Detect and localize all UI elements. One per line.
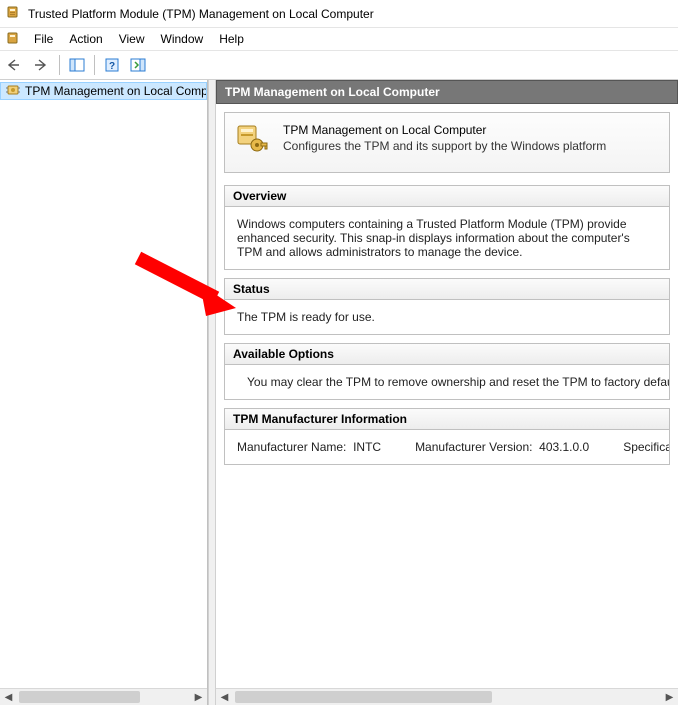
window-title: Trusted Platform Module (TPM) Management…: [28, 7, 374, 21]
section-header-overview: Overview: [225, 186, 669, 207]
intro-subtitle: Configures the TPM and its support by th…: [283, 139, 606, 153]
scroll-right-icon[interactable]: ▶: [661, 689, 678, 705]
section-header-options: Available Options: [225, 344, 669, 365]
section-overview: Overview Windows computers containing a …: [224, 185, 670, 270]
forward-button[interactable]: [30, 53, 54, 77]
tree-item-label: TPM Management on Local Comp: [25, 84, 207, 98]
detail-pane: TPM Management on Local Computer TPM Man…: [216, 80, 678, 705]
menubar-app-icon: [6, 30, 22, 49]
titlebar: Trusted Platform Module (TPM) Management…: [0, 0, 678, 28]
menu-view[interactable]: View: [111, 30, 153, 48]
section-body-manufacturer: Manufacturer Name: INTC Manufacturer Ver…: [225, 430, 669, 464]
intro-box: TPM Management on Local Computer Configu…: [224, 112, 670, 173]
menu-window[interactable]: Window: [153, 30, 212, 48]
scroll-left-icon[interactable]: ◀: [216, 689, 233, 705]
toolbar-separator: [59, 55, 60, 75]
scroll-left-icon[interactable]: ◀: [0, 689, 17, 705]
toolbar: ?: [0, 50, 678, 80]
mfr-name-label: Manufacturer Name:: [237, 440, 346, 454]
section-header-manufacturer: TPM Manufacturer Information: [225, 409, 669, 430]
section-body-status: The TPM is ready for use.: [225, 300, 669, 334]
menu-help[interactable]: Help: [211, 30, 252, 48]
tree-item-tpm-local[interactable]: TPM Management on Local Comp: [0, 82, 207, 100]
left-horizontal-scrollbar[interactable]: ◀ ▶: [0, 688, 207, 705]
menu-action[interactable]: Action: [61, 30, 110, 48]
tree-pane: TPM Management on Local Comp ◀ ▶: [0, 80, 208, 705]
show-hide-action-pane-button[interactable]: [126, 53, 150, 77]
section-manufacturer: TPM Manufacturer Information Manufacture…: [224, 408, 670, 465]
section-options: Available Options You may clear the TPM …: [224, 343, 670, 400]
mfr-spec-label: Specification Ver: [623, 440, 669, 454]
content-area: TPM Management on Local Comp ◀ ▶ TPM Man…: [0, 80, 678, 705]
tpm-key-icon: [235, 123, 269, 160]
tpm-chip-icon: [5, 83, 21, 100]
menu-file[interactable]: File: [26, 30, 61, 48]
mfr-version-value: 403.1.0.0: [539, 440, 589, 454]
intro-title: TPM Management on Local Computer: [283, 123, 606, 137]
mfr-name-value: INTC: [353, 440, 381, 454]
tree: TPM Management on Local Comp: [0, 80, 207, 688]
show-hide-tree-button[interactable]: [65, 53, 89, 77]
back-button[interactable]: [4, 53, 28, 77]
tpm-app-icon: [6, 4, 22, 23]
menubar: File Action View Window Help: [0, 28, 678, 50]
section-body-options: You may clear the TPM to remove ownershi…: [225, 365, 669, 399]
help-button[interactable]: ?: [100, 53, 124, 77]
toolbar-separator: [94, 55, 95, 75]
scroll-right-icon[interactable]: ▶: [190, 689, 207, 705]
right-horizontal-scrollbar[interactable]: ◀ ▶: [216, 688, 678, 705]
pane-splitter[interactable]: [208, 80, 216, 705]
svg-text:?: ?: [109, 61, 115, 72]
section-body-overview: Windows computers containing a Trusted P…: [225, 207, 669, 269]
pane-header: TPM Management on Local Computer: [216, 80, 678, 104]
section-status: Status The TPM is ready for use.: [224, 278, 670, 335]
mfr-version-label: Manufacturer Version:: [415, 440, 532, 454]
section-header-status: Status: [225, 279, 669, 300]
